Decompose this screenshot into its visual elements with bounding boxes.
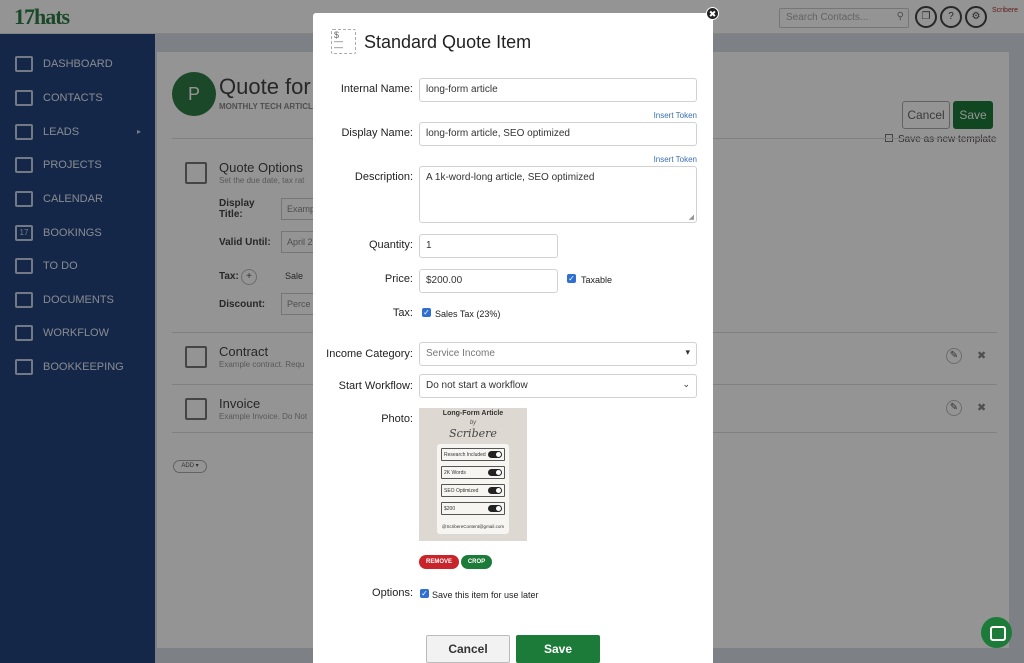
remove-photo-button[interactable]: REMOVE — [419, 555, 459, 569]
description-textarea[interactable]: A 1k-word-long article, SEO optimized ◢ — [419, 166, 697, 223]
photo-label: Photo: — [381, 413, 413, 425]
quote-item-icon: $ — — — [331, 29, 356, 54]
quantity-input[interactable]: 1 — [419, 234, 558, 258]
save-item-label: Save this item for use later — [432, 590, 539, 600]
photo-row: $200 — [441, 502, 505, 515]
display-name-label: Display Name: — [341, 127, 413, 139]
description-label: Description: — [354, 171, 413, 183]
save-item-checkbox[interactable]: ✓ — [420, 589, 429, 598]
chevron-down-icon: ⌄ — [682, 379, 690, 389]
display-name-input[interactable]: long-form article, SEO optimized — [419, 122, 697, 146]
modal-title: Standard Quote Item — [364, 32, 532, 52]
price-label: Price: — [384, 273, 413, 285]
close-icon[interactable]: ✖ — [706, 7, 719, 20]
taxable-checkbox[interactable]: ✓ — [567, 274, 576, 283]
cancel-button[interactable]: Cancel — [426, 635, 510, 663]
start-workflow-select[interactable]: Do not start a workflow ⌄ — [419, 374, 697, 398]
income-category-label: Income Category: — [326, 348, 413, 360]
caret-down-icon: ▾ — [685, 347, 690, 357]
tax-label: Tax: — [392, 307, 413, 319]
save-button[interactable]: Save — [516, 635, 600, 663]
internal-name-label: Internal Name: — [340, 83, 413, 95]
photo-row: SEO Optimized — [441, 484, 505, 497]
crop-photo-button[interactable]: CROP — [461, 555, 492, 569]
price-input[interactable]: $200.00 — [419, 269, 558, 293]
quote-item-modal: $ — — Standard Quote Item Internal Name: l… — [313, 13, 713, 663]
item-photo: Long-Form Article by Scribere Research I… — [419, 408, 527, 541]
internal-name-input[interactable]: long-form article — [419, 78, 697, 102]
photo-row: 2K Words — [441, 466, 505, 479]
resize-handle-icon[interactable]: ◢ — [689, 213, 694, 221]
quantity-label: Quantity: — [368, 239, 413, 251]
insert-token-link[interactable]: Insert Token — [654, 155, 697, 164]
income-category-select[interactable]: Service Income ▾ — [419, 342, 697, 366]
start-workflow-label: Start Workflow: — [338, 380, 413, 392]
insert-token-link[interactable]: Insert Token — [654, 111, 697, 120]
taxable-label: Taxable — [581, 275, 613, 285]
chat-icon[interactable] — [981, 617, 1012, 648]
sales-tax-checkbox[interactable]: ✓ — [422, 308, 431, 317]
sales-tax-label: Sales Tax (23%) — [435, 309, 501, 319]
options-label: Options: — [372, 587, 413, 599]
photo-row: Research Included — [441, 448, 505, 461]
